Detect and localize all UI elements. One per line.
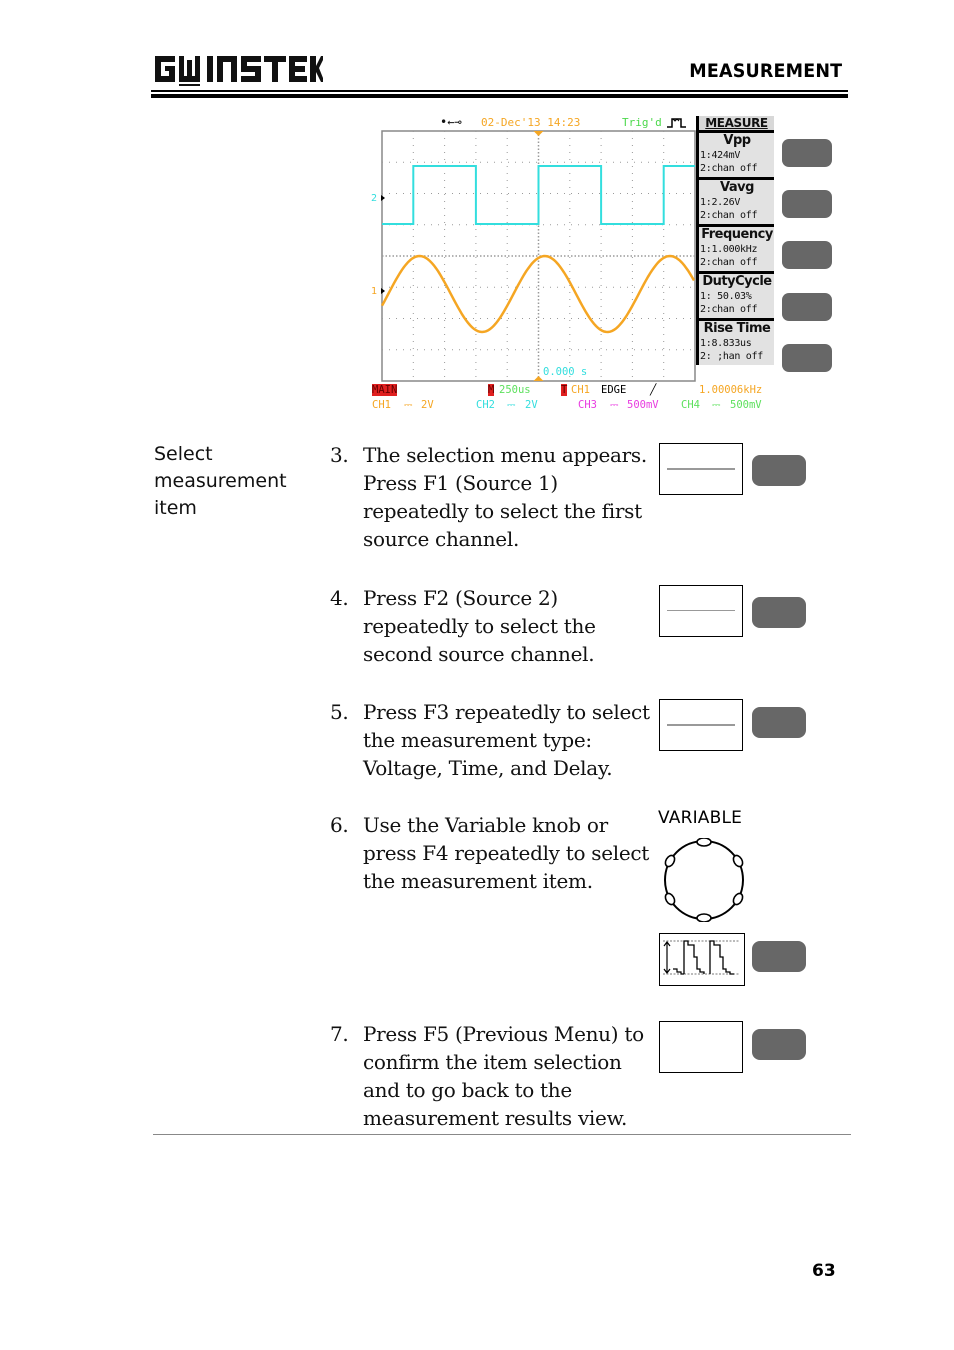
gw-instek-logo	[155, 56, 323, 86]
menu-item-value-1: 1:8.833us	[700, 338, 752, 349]
ch2-label: CH2	[476, 399, 495, 411]
trigger-frequency: 1.00006kHz	[699, 384, 763, 396]
step-number: 6.	[330, 813, 349, 837]
header-rule-thin	[151, 90, 848, 92]
menu-item-value-1: 1:2.26V	[700, 197, 741, 208]
f5-button[interactable]	[752, 1029, 806, 1060]
menu-box-line	[667, 468, 735, 470]
timebase-marker: M	[488, 384, 495, 396]
menu-item-value-2: 2:chan off	[700, 163, 758, 174]
ch2-marker: 2	[371, 193, 378, 204]
f5-key[interactable]	[782, 344, 832, 372]
ch3-scale: 500mV	[627, 399, 659, 411]
menu-item-vavg[interactable]: Vavg 1:2.26V 2:chan off	[696, 177, 774, 224]
step-number: 3.	[330, 443, 349, 467]
menu-item-name: DutyCycle	[702, 274, 772, 289]
scope-datetime: 02-Dec'13 14:23	[481, 116, 581, 129]
f2-menu-box	[659, 585, 743, 637]
header-rule-thick	[151, 94, 848, 98]
f2-button[interactable]	[752, 597, 806, 628]
ch1-marker: 1	[371, 286, 378, 297]
step-number: 7.	[330, 1022, 349, 1046]
section-title: MEASUREMENT	[689, 60, 842, 82]
oscilloscope-screen: •←⊸ 02-Dec'13 14:23 Trig'd 2 1 0.000 s M…	[368, 112, 778, 414]
f3-key[interactable]	[782, 241, 832, 269]
f2-key[interactable]	[782, 190, 832, 218]
menu-item-frequency[interactable]: Frequency 1:1.000kHz 2:chan off	[696, 224, 774, 271]
menu-item-rise-time[interactable]: Rise Time 1:8.833us 2: ;han off	[696, 318, 774, 365]
trigger-source: CH1	[571, 384, 590, 396]
f4-key[interactable]	[782, 293, 832, 321]
menu-item-vpp[interactable]: Vpp 1:424mV 2:chan off	[696, 130, 774, 177]
trigger-slope-icon: ╱	[650, 384, 657, 396]
page-number: 63	[812, 1261, 836, 1281]
trigger-marker: T	[561, 384, 568, 396]
f1-menu-box	[659, 443, 743, 495]
timebase-value: 250us	[499, 384, 531, 396]
f1-button[interactable]	[752, 455, 806, 486]
menu-item-name: Vavg	[720, 180, 754, 195]
measure-menu-title: MEASURE	[696, 116, 774, 130]
menu-item-value-2: 2:chan off	[700, 257, 758, 268]
menu-item-name: Frequency	[701, 227, 773, 242]
ch1-coupling-icon: ⎓	[404, 399, 413, 411]
measure-menu: MEASURE Vpp 1:424mV 2:chan off Vavg 1:2.…	[696, 116, 774, 365]
menu-item-value-1: 1:1.000kHz	[700, 244, 758, 255]
trigger-type: EDGE	[601, 384, 627, 396]
ch4-scale: 500mV	[730, 399, 762, 411]
step-text: The selection menu appears. Press F1 (So…	[363, 443, 647, 551]
usb-icon: •←⊸	[440, 115, 462, 129]
f3-button[interactable]	[752, 707, 806, 738]
ch1-label: CH1	[372, 399, 391, 411]
f3-menu-box	[659, 699, 743, 751]
step-number: 4.	[330, 586, 349, 610]
ch4-label: CH4	[681, 399, 700, 411]
menu-item-name: Rise Time	[703, 321, 771, 336]
acquire-mode: MAIN	[372, 384, 398, 396]
time-offset: 0.000 s	[543, 366, 588, 378]
step-text: Press F5 (Previous Menu) to confirm the …	[363, 1022, 644, 1130]
step-text: Use the Variable knob or press F4 repeat…	[363, 813, 650, 893]
menu-box-line	[667, 724, 735, 726]
menu-item-dutycycle[interactable]: DutyCycle 1: 50.03% 2:chan off	[696, 271, 774, 318]
menu-box-line	[667, 610, 735, 611]
menu-item-value-2: 2:chan off	[700, 210, 758, 221]
ch4-coupling-icon: ⎓	[712, 399, 721, 411]
step-number: 5.	[330, 700, 349, 724]
f4-button[interactable]	[752, 941, 806, 972]
f5-menu-box	[659, 1021, 743, 1073]
f1-key[interactable]	[782, 139, 832, 167]
rise-time-waveform-icon	[663, 940, 740, 975]
f4-measurement-item-box	[659, 933, 745, 986]
menu-item-value-1: 1: 50.03%	[700, 291, 752, 302]
menu-item-value-2: 2: ;han off	[700, 351, 763, 362]
variable-label: VARIABLE	[658, 808, 743, 828]
menu-item-value-2: 2:chan off	[700, 304, 758, 315]
step-text: Press F2 (Source 2) repeatedly to select…	[363, 586, 596, 666]
procedure-label: Select measurement item	[154, 443, 287, 519]
ch2-scale: 2V	[525, 399, 538, 411]
footer-rule	[153, 1134, 851, 1135]
ch3-coupling-icon: ⎓	[610, 399, 619, 411]
trigger-pulse-icon	[667, 118, 686, 128]
step-text: Press F3 repeatedly to select the measur…	[363, 700, 650, 780]
ch1-scale: 2V	[421, 399, 434, 411]
variable-knob-icon[interactable]	[662, 838, 746, 922]
menu-item-name: Vpp	[723, 133, 751, 148]
menu-item-value-1: 1:424mV	[700, 150, 741, 161]
ch2-coupling-icon: ⎓	[507, 399, 516, 411]
trigger-status: Trig'd	[622, 116, 662, 129]
ch3-label: CH3	[578, 399, 597, 411]
